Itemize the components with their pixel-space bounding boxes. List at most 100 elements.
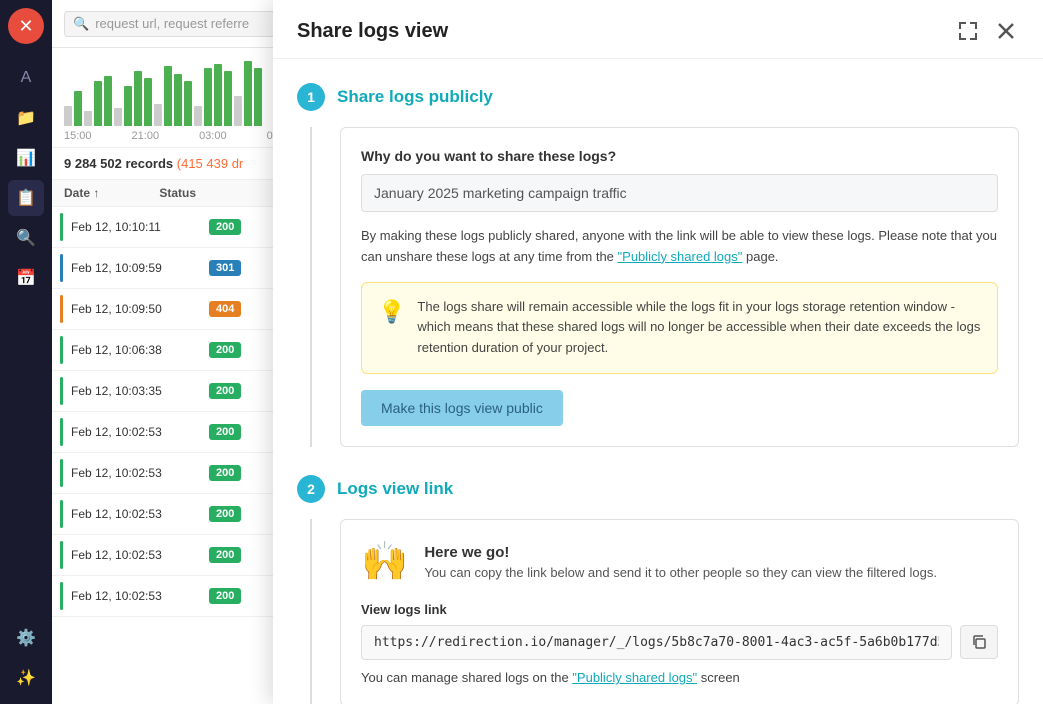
row-indicator — [60, 459, 63, 487]
step2-section: 2 Logs view link 🙌 Here we go! You can c… — [297, 475, 1019, 704]
celebrate-emoji: 🙌 — [361, 540, 408, 584]
chart-bar — [134, 71, 142, 126]
step1-card-label: Why do you want to share these logs? — [361, 148, 998, 164]
row-indicator — [60, 582, 63, 610]
status-badge: 301 — [209, 260, 241, 276]
chart-bar — [214, 64, 222, 126]
chart-bar — [144, 78, 152, 126]
row-date: Feb 12, 10:10:11 — [71, 220, 201, 234]
make-public-button[interactable]: Make this logs view public — [361, 390, 563, 426]
chart-bar — [224, 71, 232, 126]
modal-title: Share logs view — [297, 20, 448, 43]
step1-header: 1 Share logs publicly — [297, 83, 1019, 111]
search-placeholder: request url, request referre — [95, 16, 249, 31]
row-indicator — [60, 213, 63, 241]
chart-bar — [104, 76, 112, 126]
step1-content: Why do you want to share these logs? By … — [310, 127, 1019, 447]
col-date: Date ↑ — [64, 186, 99, 200]
row-date: Feb 12, 10:09:50 — [71, 302, 201, 316]
share-link-input[interactable] — [361, 625, 952, 660]
status-badge: 404 — [209, 301, 241, 317]
row-date: Feb 12, 10:09:59 — [71, 261, 201, 275]
step2-header: 2 Logs view link — [297, 475, 1019, 503]
sidebar-icon-logs[interactable]: 📋 — [8, 180, 44, 216]
status-badge: 200 — [209, 547, 241, 563]
status-badge: 200 — [209, 506, 241, 522]
status-badge: 200 — [209, 588, 241, 604]
step2-content: 🙌 Here we go! You can copy the link belo… — [310, 519, 1019, 704]
row-indicator — [60, 295, 63, 323]
sidebar-icon-settings[interactable]: ⚙️ — [8, 620, 44, 656]
chart-bar — [194, 106, 202, 126]
chart-bar — [174, 74, 182, 126]
chart-bar — [254, 68, 262, 126]
row-date: Feb 12, 10:06:38 — [71, 343, 201, 357]
info-box-text: The logs share will remain accessible wh… — [417, 297, 981, 359]
celebrate-text: Here we go! You can copy the link below … — [424, 544, 937, 580]
chart-bar — [244, 61, 252, 126]
sidebar-icon-chart[interactable]: 📊 — [8, 140, 44, 176]
link-row — [361, 625, 998, 660]
row-indicator — [60, 336, 63, 364]
sidebar-icon-search[interactable]: 🔍 — [8, 220, 44, 256]
step1-card: Why do you want to share these logs? By … — [340, 127, 1019, 447]
modal-header-actions — [955, 18, 1019, 44]
info-box: 💡 The logs share will remain accessible … — [361, 282, 998, 374]
chart-bar — [154, 104, 162, 126]
row-indicator — [60, 377, 63, 405]
step1-description: By making these logs publicly shared, an… — [361, 226, 998, 268]
celebrate-row: 🙌 Here we go! You can copy the link belo… — [361, 540, 998, 584]
chart-bar — [164, 66, 172, 126]
step2-title: Logs view link — [337, 479, 453, 499]
row-indicator — [60, 500, 63, 528]
modal-body: 1 Share logs publicly Why do you want to… — [273, 59, 1043, 704]
sidebar: ✕ A 📁 📊 📋 🔍 📅 ⚙️ ✨ — [0, 0, 52, 704]
manage-text: You can manage shared logs on the "Publi… — [361, 670, 998, 685]
step1-circle: 1 — [297, 83, 325, 111]
status-badge: 200 — [209, 342, 241, 358]
step2-circle: 2 — [297, 475, 325, 503]
chart-bar — [64, 106, 72, 126]
share-reason-input[interactable] — [361, 174, 998, 212]
chart-bar — [184, 81, 192, 126]
row-date: Feb 12, 10:02:53 — [71, 466, 201, 480]
celebrate-desc: You can copy the link below and send it … — [424, 565, 937, 580]
link-label: View logs link — [361, 602, 998, 617]
copy-link-button[interactable] — [960, 625, 998, 659]
chart-bar — [234, 96, 242, 126]
share-logs-modal: Share logs view 1 Share logs publicly — [273, 0, 1043, 704]
search-icon: 🔍 — [73, 16, 89, 32]
sidebar-icon-calendar[interactable]: 📅 — [8, 260, 44, 296]
row-date: Feb 12, 10:03:35 — [71, 384, 201, 398]
records-count: 9 284 502 records — [64, 156, 173, 171]
row-date: Feb 12, 10:02:53 — [71, 548, 201, 562]
chart-bar — [124, 86, 132, 126]
sidebar-logo: ✕ — [8, 8, 44, 44]
chart-bar — [114, 108, 122, 126]
publicly-shared-logs-link2[interactable]: "Publicly shared logs" — [572, 670, 697, 685]
publicly-shared-logs-link1[interactable]: "Publicly shared logs" — [618, 249, 743, 264]
sidebar-icon-spark[interactable]: ✨ — [8, 660, 44, 696]
chart-bar — [74, 91, 82, 126]
step1-section: 1 Share logs publicly Why do you want to… — [297, 83, 1019, 447]
status-badge: 200 — [209, 383, 241, 399]
expand-button[interactable] — [955, 18, 981, 44]
step2-card: 🙌 Here we go! You can copy the link belo… — [340, 519, 1019, 704]
records-drop: (415 439 dr — [177, 156, 244, 171]
chart-bar — [84, 111, 92, 126]
chart-bar — [204, 68, 212, 126]
row-date: Feb 12, 10:02:53 — [71, 589, 201, 603]
col-status: Status — [159, 186, 196, 200]
row-indicator — [60, 254, 63, 282]
row-indicator — [60, 541, 63, 569]
sidebar-icon-a[interactable]: A — [8, 60, 44, 96]
chart-bar — [94, 81, 102, 126]
row-date: Feb 12, 10:02:53 — [71, 507, 201, 521]
modal-header: Share logs view — [273, 0, 1043, 59]
status-badge: 200 — [209, 465, 241, 481]
row-indicator — [60, 418, 63, 446]
sidebar-icon-folder[interactable]: 📁 — [8, 100, 44, 136]
step1-title: Share logs publicly — [337, 87, 493, 107]
close-button[interactable] — [993, 18, 1019, 44]
row-date: Feb 12, 10:02:53 — [71, 425, 201, 439]
